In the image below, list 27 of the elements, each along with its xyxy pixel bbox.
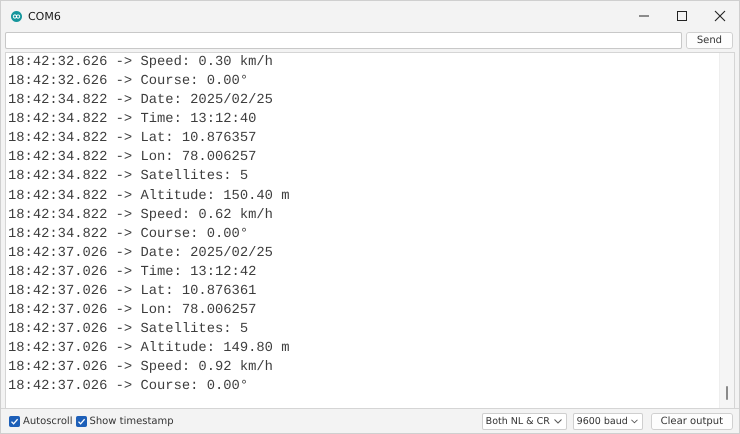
output-line: 18:42:37.026 -> Time: 13:12:42	[8, 264, 256, 282]
output-line: 18:42:37.026 -> Altitude: 149.80 m	[8, 340, 290, 358]
output-line: 18:42:32.626 -> Speed: 0.30 km/h	[8, 54, 273, 72]
dropdown-value: Both NL & CR	[486, 416, 550, 427]
output-line: 18:42:34.822 -> Time: 13:12:40	[8, 111, 256, 130]
output-line: 18:42:34.822 -> Altitude: 150.40 m	[8, 188, 290, 206]
output-line: 18:42:37.026 -> Speed: 0.92 km/h	[8, 359, 273, 378]
output-line: 18:42:37.026 -> Lat: 10.876361	[8, 282, 256, 301]
output-line: 18:42:37.026 -> Course: 0.00°	[8, 378, 248, 396]
output-line: 18:42:34.822 -> Satellites: 5	[8, 168, 248, 186]
output-line: 18:42:34.822 -> Course: 0.00°	[8, 226, 248, 244]
output-line: 18:42:34.822 -> Lat: 10.876357	[8, 130, 256, 148]
clear-output-button[interactable]: Clear output	[650, 412, 733, 430]
baud-rate-dropdown[interactable]: 9600 baud	[572, 412, 643, 430]
window-title: COM6	[28, 10, 62, 22]
dropdown-value: 9600 baud	[576, 416, 628, 427]
checkbox-label: Autoscroll	[23, 416, 72, 427]
output-line: 18:42:37.026 -> Satellites: 5	[8, 321, 248, 340]
checkbox-label: Show timestamp	[90, 416, 174, 427]
output-line: 18:42:34.822 -> Date: 2025/02/25	[8, 92, 273, 110]
output-line: 18:42:37.026 -> Lon: 78.006257	[8, 302, 256, 320]
line-ending-dropdown[interactable]: Both NL & CR	[482, 412, 567, 430]
send-button[interactable]: Send	[686, 32, 733, 49]
output-line: 18:42:32.626 -> Course: 0.00°	[8, 72, 248, 91]
output-line: 18:42:34.822 -> Speed: 0.62 km/h	[8, 206, 273, 225]
output-line: 18:42:34.822 -> Lon: 78.006257	[8, 149, 256, 168]
output-line: 18:42:37.026 -> Date: 2025/02/25	[8, 244, 273, 263]
